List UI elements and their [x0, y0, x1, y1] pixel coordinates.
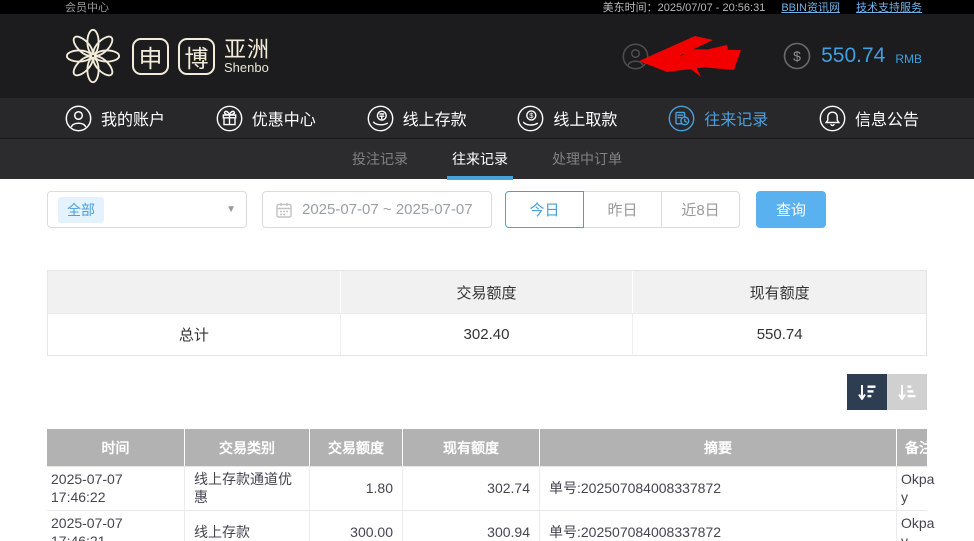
logo-subtitle: Shenbo [224, 59, 269, 75]
cell-time: 2025-07-07 17:46:21 [47, 511, 185, 541]
summary-table: 交易额度 现有额度 总计 302.40 550.74 [47, 270, 927, 356]
col-header-note: 备注 [905, 439, 933, 456]
nav-item-online-deposit[interactable]: 线上存款 [367, 105, 467, 132]
flower-logo-icon [65, 28, 121, 84]
summary-total-label: 总计 [48, 314, 341, 355]
balance-display: $ 550.74 RMB [783, 42, 922, 70]
redacted-username-scribble [637, 31, 745, 77]
filter-row: 全部 ▼ 2025-07-07 ~ 2025-07-07 今日 昨日 近8日 查… [47, 191, 927, 228]
col-header-summary: 摘要 [540, 429, 897, 466]
records-table: 时间 交易类别 交易额度 现有额度 摘要 备注 2025-07-07 17:46… [47, 429, 934, 541]
nav-item-my-account[interactable]: 我的账户 [65, 105, 165, 132]
cell-summary: 单号:202507084008337872 [540, 467, 897, 510]
nav-item-announcements[interactable]: 信息公告 [819, 105, 919, 132]
nav-label: 线上存款 [402, 112, 467, 129]
sort-ascending-button[interactable] [887, 374, 927, 410]
col-header-time: 时间 [47, 429, 185, 466]
sub-nav: 投注记录 往来记录 处理中订单 [0, 138, 974, 180]
top-bar: 会员中心 美东时间：2025/07/07 - 20:56:31 BBIN资讯网 … [0, 0, 974, 14]
tab-betting-records[interactable]: 投注记录 [347, 139, 413, 180]
user-account-area[interactable] [622, 31, 745, 81]
site-header: 申 博 亚洲 Shenbo $ 550.74 RMB [0, 14, 974, 98]
tab-pending-orders[interactable]: 处理中订单 [547, 139, 627, 180]
calendar-icon [275, 201, 293, 219]
sort-descending-icon [858, 385, 876, 400]
gift-icon [216, 105, 243, 131]
sort-descending-button[interactable] [847, 374, 887, 410]
records-table-header: 时间 交易类别 交易额度 现有额度 摘要 备注 [47, 429, 933, 466]
nav-item-transaction-records[interactable]: 往来记录 [668, 105, 768, 132]
col-header-balance: 现有额度 [403, 429, 540, 466]
summary-header-balance: 现有额度 [749, 284, 810, 302]
svg-text:$: $ [793, 48, 801, 64]
cell-balance: 302.74 [403, 467, 540, 510]
bell-icon [819, 105, 846, 131]
cell-type: 线上存款通道优惠 [185, 467, 310, 510]
tab-transaction-records[interactable]: 往来记录 [447, 139, 513, 180]
logo-char-bo: 博 [178, 37, 215, 75]
col-header-amount: 交易额度 [310, 429, 403, 466]
cell-type: 线上存款 [185, 511, 310, 541]
main-nav: 我的账户 优惠中心 线上存款 $ 线上取款 往来记录 信息公告 [0, 98, 974, 138]
cell-balance: 300.94 [403, 511, 540, 541]
eastern-time-label: 美东时间：2025/07/07 - 20:56:31 [602, 2, 766, 14]
bbin-news-link[interactable]: BBIN资讯网 [781, 0, 840, 15]
today-button[interactable]: 今日 [505, 191, 584, 228]
deposit-icon [367, 105, 393, 131]
quick-range-group: 今日 昨日 近8日 [505, 191, 740, 228]
cell-note: Okpay [901, 471, 935, 505]
table-row: 2025-07-07 17:46:22 线上存款通道优惠 1.80 302.74… [47, 466, 934, 510]
category-select[interactable]: 全部 ▼ [47, 191, 247, 228]
date-range-input[interactable]: 2025-07-07 ~ 2025-07-07 [262, 191, 492, 228]
nav-item-promotions[interactable]: 优惠中心 [216, 105, 316, 132]
nav-label: 信息公告 [854, 112, 919, 129]
summary-total-transaction: 302.40 [341, 314, 634, 355]
nav-label: 往来记录 [704, 112, 769, 129]
summary-header-transaction: 交易额度 [341, 271, 634, 313]
nav-label: 我的账户 [101, 112, 166, 129]
cell-time: 2025-07-07 17:46:22 [47, 467, 185, 510]
user-icon [65, 105, 92, 131]
member-center-label: 会员中心 [65, 2, 109, 14]
table-row: 2025-07-07 17:46:21 线上存款 300.00 300.94 单… [47, 510, 934, 541]
tech-support-link[interactable]: 技术支持服务 [856, 0, 922, 15]
cell-amount: 1.80 [310, 467, 403, 510]
date-range-value: 2025-07-07 ~ 2025-07-07 [302, 201, 473, 218]
logo-char-shen: 申 [132, 37, 169, 75]
records-icon [668, 105, 695, 131]
sort-controls [47, 374, 927, 410]
selected-category-tag: 全部 [58, 196, 104, 223]
nav-item-online-withdrawal[interactable]: $ 线上取款 [517, 105, 617, 132]
summary-total-balance: 550.74 [756, 326, 803, 343]
chevron-down-icon: ▼ [226, 204, 236, 215]
balance-amount: 550.74 [821, 44, 886, 67]
dollar-circle-icon: $ [783, 42, 811, 70]
yesterday-button[interactable]: 昨日 [583, 191, 662, 228]
cell-summary: 单号:202507084008337872 [540, 511, 897, 541]
withdraw-icon: $ [517, 105, 544, 131]
col-header-type: 交易类别 [185, 429, 310, 466]
shenbo-logo[interactable]: 申 博 亚洲 Shenbo [65, 28, 270, 84]
balance-currency: RMB [895, 52, 922, 66]
summary-header-empty [48, 271, 341, 313]
logo-region-label: 亚洲 [224, 36, 271, 62]
nav-label: 优惠中心 [251, 112, 316, 129]
content-area: 全部 ▼ 2025-07-07 ~ 2025-07-07 今日 昨日 近8日 查… [0, 179, 974, 541]
search-button[interactable]: 查询 [756, 191, 826, 228]
sort-ascending-icon [898, 385, 916, 400]
last-8-days-button[interactable]: 近8日 [661, 191, 740, 228]
cell-amount: 300.00 [310, 511, 403, 541]
cell-note: Okpay [901, 515, 935, 541]
nav-label: 线上取款 [553, 112, 618, 129]
